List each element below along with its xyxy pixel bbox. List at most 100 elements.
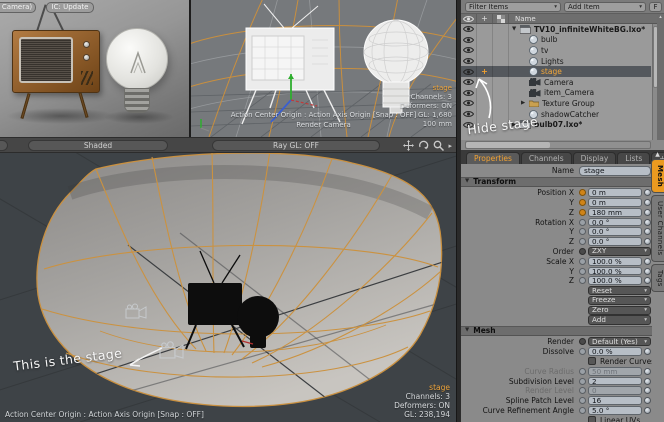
item-list-horizontal-scrollbar[interactable]	[465, 141, 651, 149]
dropdown-zero[interactable]: Zero▾	[588, 306, 651, 315]
mini-slider-knob[interactable]	[644, 209, 651, 216]
visibility-eye-icon[interactable]	[461, 56, 477, 67]
value-field-scale-x[interactable]: 100.0 %	[588, 257, 642, 266]
dropdown-reset[interactable]: Reset▾	[588, 286, 651, 295]
value-field-z[interactable]: 100.0 %	[588, 276, 642, 285]
perspective-viewport[interactable]: This is the stage Action Center Origin :…	[0, 153, 456, 422]
channel-plus-icon[interactable]: +	[477, 66, 493, 77]
channel-column-plus-icon[interactable]: +	[477, 14, 493, 23]
channel-toggle[interactable]	[579, 407, 586, 414]
item-row-tv[interactable]: tv	[461, 45, 651, 56]
rotate-icon[interactable]	[418, 140, 429, 151]
expander-icon[interactable]: ▼	[512, 26, 520, 32]
value-field-spline-patch-level[interactable]: 16	[588, 396, 642, 405]
channel-toggle[interactable]	[579, 248, 586, 255]
wireframe-camera-viewport[interactable]: Action Center Origin : Action Axis Origi…	[191, 0, 456, 137]
visibility-column-eye-icon[interactable]	[461, 14, 477, 23]
value-field-y[interactable]: 100.0 %	[588, 267, 642, 276]
item-row-lights[interactable]: Lights	[461, 56, 651, 67]
visibility-eye-icon[interactable]	[461, 88, 477, 99]
mini-slider-knob[interactable]	[644, 277, 651, 284]
channel-toggle[interactable]	[579, 189, 586, 196]
dropdown-order[interactable]: ZXY▾	[588, 247, 651, 256]
forms-button[interactable]: F	[649, 2, 662, 12]
item-row-camera[interactable]: Camera	[461, 77, 651, 88]
section-header-transform[interactable]: ▼Transform	[461, 177, 652, 187]
mini-slider-knob[interactable]	[644, 368, 651, 375]
mini-slider-knob[interactable]	[644, 219, 651, 226]
channel-toggle[interactable]	[579, 338, 586, 345]
channel-toggle[interactable]	[579, 219, 586, 226]
zoom-icon[interactable]	[433, 140, 444, 151]
channel-toggle[interactable]	[579, 238, 586, 245]
visibility-eye-icon[interactable]	[461, 109, 477, 120]
channel-toggle[interactable]	[579, 378, 586, 385]
add-item-dropdown[interactable]: Add Item ▾	[564, 2, 646, 12]
mini-slider-knob[interactable]	[644, 199, 651, 206]
channel-toggle[interactable]	[579, 268, 586, 275]
visibility-eye-icon[interactable]	[461, 24, 477, 35]
channel-toggle[interactable]	[579, 258, 586, 265]
value-field-rotation-x[interactable]: 0.0 °	[588, 218, 642, 227]
mini-slider-knob[interactable]	[644, 348, 651, 355]
side-tab-tags[interactable]: Tags	[651, 264, 664, 293]
render-camera-button[interactable]: Camera)	[0, 2, 36, 13]
mini-slider-knob[interactable]	[644, 397, 651, 404]
mini-slider-knob[interactable]	[644, 258, 651, 265]
item-row-item-camera[interactable]: item_Camera	[461, 88, 651, 99]
section-header-mesh[interactable]: ▼Mesh	[461, 326, 652, 336]
panel-edge-strip[interactable]: ▴	[657, 14, 664, 140]
mini-slider-knob[interactable]	[644, 378, 651, 385]
value-field-render-level[interactable]: 0	[588, 386, 642, 395]
visibility-eye-icon[interactable]	[461, 66, 477, 77]
shading-mode-button[interactable]: Shaded	[28, 140, 168, 151]
visibility-eye-icon[interactable]	[461, 98, 477, 109]
tab-channels[interactable]: Channels	[521, 152, 572, 164]
visibility-eye-icon[interactable]	[461, 45, 477, 56]
mini-slider-knob[interactable]	[644, 238, 651, 245]
value-field-curve-radius[interactable]: 50 mm	[588, 367, 642, 376]
view-type-button[interactable]: e	[0, 140, 8, 151]
mini-slider-knob[interactable]	[644, 189, 651, 196]
item-row-tv10-infinitewhitebg-lxo[interactable]: ▼TV10_infiniteWhiteBG.lxo*	[461, 24, 651, 35]
channel-toggle[interactable]	[579, 348, 586, 355]
item-row-shadowcatcher[interactable]: shadowCatcher	[461, 109, 651, 120]
pan-icon[interactable]	[403, 140, 414, 151]
item-row-texture-group[interactable]: ▶Texture Group	[461, 98, 651, 109]
ic-update-button[interactable]: IC: Update	[46, 2, 94, 13]
dropdown-add[interactable]: Add▾	[588, 315, 651, 324]
value-field-curve-refinement-angle[interactable]: 5.0 °	[588, 406, 642, 415]
expander-icon[interactable]: ▶	[521, 100, 529, 106]
tab-display[interactable]: Display	[573, 152, 617, 164]
mini-slider-knob[interactable]	[644, 268, 651, 275]
dropdown-freeze[interactable]: Freeze▾	[588, 296, 651, 305]
side-tab-mesh[interactable]: Mesh	[651, 159, 664, 193]
channel-toggle[interactable]	[579, 209, 586, 216]
channel-toggle[interactable]	[579, 277, 586, 284]
value-field-z[interactable]: 180 mm	[588, 208, 642, 217]
filter-items-dropdown[interactable]: Filter Items ▾	[465, 2, 561, 12]
side-tab-user-channels[interactable]: User Channels	[651, 195, 664, 261]
value-field-y[interactable]: 0 m	[588, 198, 642, 207]
ray-gl-button[interactable]: Ray GL: OFF	[212, 140, 380, 151]
viewport-expand-icon[interactable]: ▸	[448, 142, 452, 150]
mini-slider-knob[interactable]	[644, 228, 651, 235]
tab-lists[interactable]: Lists	[617, 152, 650, 164]
checkbox-render-curves[interactable]	[588, 357, 596, 365]
value-field-subdivision-level[interactable]: 2	[588, 377, 642, 386]
channel-toggle[interactable]	[579, 228, 586, 235]
channel-toggle[interactable]	[579, 397, 586, 404]
tab-properties[interactable]: Properties	[466, 152, 520, 164]
channel-toggle[interactable]	[579, 368, 586, 375]
shader-column-icon[interactable]	[493, 14, 509, 23]
mini-slider-knob[interactable]	[644, 407, 651, 414]
item-row-stage[interactable]: +stage	[461, 66, 651, 77]
value-field-z[interactable]: 0.0 °	[588, 237, 642, 246]
checkbox-linear-uvs[interactable]	[588, 416, 596, 422]
mini-slider-knob[interactable]	[644, 387, 651, 394]
dropdown-render[interactable]: Default (Yes)▾	[588, 337, 651, 346]
value-field-dissolve[interactable]: 0.0 %	[588, 347, 642, 356]
item-name-input[interactable]: stage	[579, 166, 651, 176]
value-field-position-x[interactable]: 0 m	[588, 188, 642, 197]
channel-toggle[interactable]	[579, 199, 586, 206]
